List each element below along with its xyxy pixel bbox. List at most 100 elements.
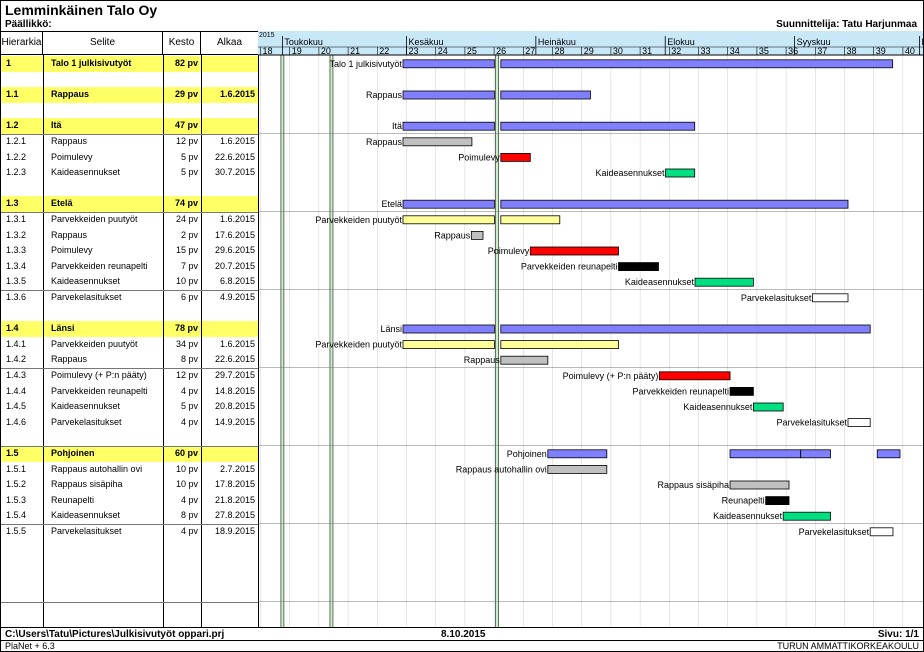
table-row[interactable]: 1.5.1 Rappaus autohallin ovi 10 pv 2.7.2015 (1, 462, 258, 478)
task-bar[interactable] (402, 90, 495, 100)
designer-label: Suunnittelija: Tatu Harjunmaa (776, 19, 917, 30)
table-row[interactable]: 1.5 Pohjoinen 60 pv (1, 446, 258, 462)
task-start-date: 22.6.2015 (214, 151, 255, 162)
task-hierarchy-id: 1.4 (6, 323, 19, 334)
task-bar[interactable] (402, 324, 495, 334)
task-duration: 15 pv (175, 245, 198, 256)
table-row[interactable]: 1.4.6 Parvekelasitukset 4 pv 14.9.2015 (1, 415, 258, 431)
task-bar-label: Parvekkeiden reunapelti (632, 386, 729, 396)
task-bar[interactable] (729, 386, 754, 396)
task-description: Parvekkeiden puutyöt (51, 338, 138, 349)
task-start-date: 29.7.2015 (214, 370, 255, 380)
task-start-date: 6.8.2015 (219, 276, 255, 287)
task-bar[interactable] (500, 340, 619, 350)
task-bar[interactable] (402, 215, 495, 225)
table-row[interactable]: 1.4.5 Kaideasennukset 5 pv 20.8.2015 (1, 399, 258, 415)
table-row[interactable]: 1.4 Länsi 78 pv (1, 321, 258, 337)
task-description: Etelä (51, 198, 73, 209)
task-duration: 2 pv (180, 229, 198, 240)
task-bar[interactable] (869, 527, 894, 537)
task-bar[interactable] (500, 121, 696, 131)
column-header-hierarchy[interactable]: Hierarkia (1, 31, 43, 54)
task-bar[interactable] (658, 371, 731, 381)
task-bar[interactable] (402, 121, 495, 131)
table-row[interactable]: 1.4.2 Rappaus 8 pv 22.6.2015 (1, 352, 258, 368)
table-row[interactable]: 1.3.3 Poimulevy 15 pv 29.6.2015 (1, 243, 258, 259)
table-row[interactable]: 1.5.3 Reunapelti 4 pv 21.8.2015 (1, 493, 258, 509)
table-row[interactable]: 1.4.3 Poimulevy (+ P:n pääty) 12 pv 29.7.20… (1, 368, 258, 384)
column-header-description[interactable]: Selite (43, 31, 163, 54)
table-row[interactable]: 1.3.1 Parvekkeiden puutyöt 24 pv 1.6.2015 (1, 212, 258, 228)
task-bar[interactable] (782, 511, 831, 521)
task-bar[interactable] (547, 449, 608, 459)
task-bar[interactable] (500, 324, 871, 334)
task-duration: 29 pv (174, 89, 198, 100)
table-row[interactable]: 1.2 Itä 47 pv (1, 118, 258, 134)
task-bar[interactable] (500, 59, 894, 69)
holiday-stripe (495, 55, 499, 627)
task-hierarchy-id: 1.4.1 (6, 338, 27, 349)
table-row[interactable]: 1.5.5 Parvekelasitukset 4 pv 18.9.2015 (1, 524, 258, 540)
task-bar[interactable] (547, 464, 608, 474)
task-bar[interactable] (694, 277, 754, 287)
table-row[interactable]: 1.2.2 Poimulevy 5 pv 22.6.2015 (1, 150, 258, 166)
task-bar[interactable] (529, 246, 619, 256)
manager-label: Päällikkö: (5, 19, 52, 30)
task-description: Rappaus sisäpiha (51, 479, 123, 490)
task-bar[interactable] (752, 402, 784, 412)
task-bar[interactable] (729, 480, 790, 490)
task-bar[interactable] (470, 230, 484, 240)
table-row[interactable]: 1.3.4 Parvekkeiden reunapelti 7 pv 20.7.201… (1, 259, 258, 275)
table-row[interactable]: 1.5.4 Kaideasennukset 8 pv 27.8.2015 (1, 508, 258, 524)
task-hierarchy-id: 1.5.4 (6, 510, 27, 521)
table-row[interactable]: 1.4.4 Parvekkeiden reunapelti 4 pv 14.8.201… (1, 384, 258, 400)
table-row[interactable]: 1.2.3 Kaideasennukset 5 pv 30.7.2015 (1, 165, 258, 181)
task-bar[interactable] (402, 340, 495, 350)
task-bar[interactable] (811, 293, 849, 303)
task-duration: 60 pv (174, 448, 198, 458)
task-duration: 4 pv (180, 416, 198, 427)
task-table: Hierarkia Selite Kesto Alkaa 1 Talo 1 jul… (1, 31, 259, 627)
table-row[interactable]: 1.5.2 Rappaus sisäpiha 10 pv 17.8.2015 (1, 477, 258, 493)
task-bar-label: Poimulevy (+ P:n pääty) (563, 371, 659, 381)
task-bar[interactable] (765, 496, 790, 506)
task-bar[interactable] (729, 449, 802, 459)
task-bar[interactable] (500, 215, 561, 225)
table-group-divider (1, 133, 258, 135)
task-description: Poimulevy (+ P:n pääty) (51, 370, 147, 380)
task-bar[interactable] (847, 418, 871, 428)
table-row[interactable]: 1.3.5 Kaideasennukset 10 pv 6.8.2015 (1, 274, 258, 290)
task-bar[interactable] (876, 449, 901, 459)
task-bar[interactable] (402, 137, 473, 147)
table-row[interactable]: 1.4.1 Parvekkeiden puutyöt 34 pv 1.6.2015 (1, 337, 258, 353)
table-row[interactable]: 1.3 Etelä 74 pv (1, 196, 258, 212)
task-description: Kaideasennukset (51, 276, 121, 287)
table-group-divider (1, 289, 258, 291)
task-duration: 6 pv (180, 292, 198, 302)
table-row[interactable]: 1.3.6 Parvekelasitukset 6 pv 4.9.2015 (1, 290, 258, 306)
empty-row (1, 586, 258, 602)
task-bar[interactable] (500, 199, 849, 209)
table-row[interactable]: 1 Talo 1 julkisivutyöt 82 pv (1, 56, 258, 72)
task-description: Rappaus (51, 89, 90, 100)
task-bar[interactable] (665, 168, 696, 178)
task-bar[interactable] (618, 262, 659, 272)
task-bar[interactable] (402, 199, 495, 209)
task-bar[interactable] (500, 153, 531, 162)
column-header-start[interactable]: Alkaa (201, 31, 258, 54)
task-bar-label: Parvekelasitukset (799, 527, 870, 537)
table-row[interactable]: 1.2.1 Rappaus 12 pv 1.6.2015 (1, 134, 258, 150)
task-bar-label: Poimulevy (458, 152, 500, 162)
table-column-divider (43, 55, 44, 627)
task-hierarchy-id: 1.2.3 (6, 167, 27, 178)
task-bar[interactable] (500, 355, 549, 365)
task-bar-label: Itä (392, 121, 402, 131)
task-hierarchy-id: 1.3.4 (6, 260, 27, 271)
table-row[interactable]: 1.1 Rappaus 29 pv 1.6.2015 (1, 87, 258, 103)
task-bar[interactable] (402, 59, 495, 69)
task-bar[interactable] (500, 90, 591, 100)
column-header-duration[interactable]: Kesto (163, 31, 201, 54)
task-start-date: 1.6.2015 (219, 214, 255, 224)
task-bar[interactable] (800, 449, 831, 459)
table-row[interactable]: 1.3.2 Rappaus 2 pv 17.6.2015 (1, 228, 258, 244)
